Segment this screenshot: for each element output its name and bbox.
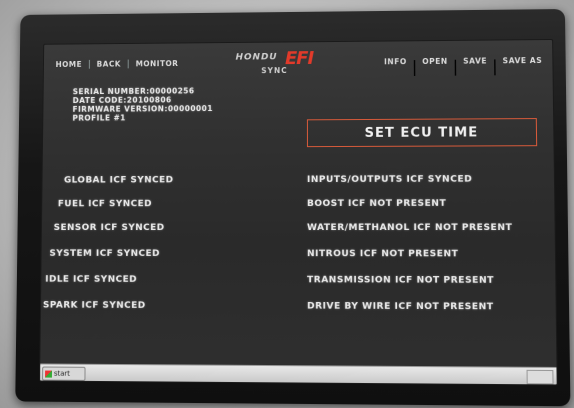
logo-sync: SYNC	[261, 66, 287, 75]
nav-separator: |	[127, 60, 130, 70]
status-system: SYSTEM ICF SYNCED	[49, 249, 160, 259]
system-tray	[527, 370, 554, 385]
nav-separator: |	[412, 57, 418, 76]
status-spark: SPARK ICF SYNCED	[43, 301, 146, 311]
start-label: start	[54, 370, 70, 378]
app-logo: HONDU EFI SYNC	[230, 50, 339, 80]
nav-home[interactable]: HOME	[56, 60, 83, 70]
status-sensor: SENSOR ICF SYNCED	[54, 223, 165, 233]
app-screen: HOME | BACK | MONITOR HONDU EFI SYNC INF…	[39, 39, 558, 386]
nav-separator: |	[88, 60, 91, 70]
status-water-methanol: WATER/METHANOL ICF NOT PRESENT	[307, 223, 512, 233]
status-nitrous: NITROUS ICF NOT PRESENT	[307, 249, 458, 259]
nav-separator: |	[453, 57, 459, 76]
top-nav-right: INFO | OPEN | SAVE | SAVE AS	[384, 56, 542, 76]
nav-back[interactable]: BACK	[97, 60, 121, 70]
status-inputs-outputs: INPUTS/OUTPUTS ICF SYNCED	[307, 175, 472, 185]
firmware-version: FIRMWARE VERSION:00000001	[73, 104, 213, 114]
status-drive-by-wire: DRIVE BY WIRE ICF NOT PRESENT	[307, 301, 494, 312]
serial-number: SERIAL NUMBER:00000256	[73, 86, 195, 96]
nav-save-as[interactable]: SAVE AS	[503, 56, 543, 75]
status-idle: IDLE ICF SYNCED	[45, 275, 137, 285]
nav-open[interactable]: OPEN	[422, 57, 448, 76]
status-transmission: TRANSMISSION ICF NOT PRESENT	[307, 275, 494, 286]
top-nav-left: HOME | BACK | MONITOR	[56, 59, 179, 70]
status-boost: BOOST ICF NOT PRESENT	[307, 199, 446, 209]
logo-brand: HONDU	[236, 52, 278, 62]
nav-monitor[interactable]: MONITOR	[136, 59, 179, 69]
start-button[interactable]: start	[42, 367, 86, 381]
logo-efi: EFI	[285, 48, 313, 69]
nav-info[interactable]: INFO	[384, 57, 407, 76]
monitor-bezel: HOME | BACK | MONITOR HONDU EFI SYNC INF…	[15, 9, 570, 406]
windows-flag-icon	[45, 370, 52, 377]
nav-separator: |	[492, 56, 498, 75]
status-fuel: FUEL ICF SYNCED	[58, 199, 152, 209]
set-ecu-time-button[interactable]: SET ECU TIME	[307, 118, 537, 147]
os-taskbar: start	[40, 363, 557, 384]
status-global: GLOBAL ICF SYNCED	[64, 175, 174, 185]
profile-label: PROFILE #1	[72, 113, 125, 122]
nav-save[interactable]: SAVE	[463, 56, 487, 75]
